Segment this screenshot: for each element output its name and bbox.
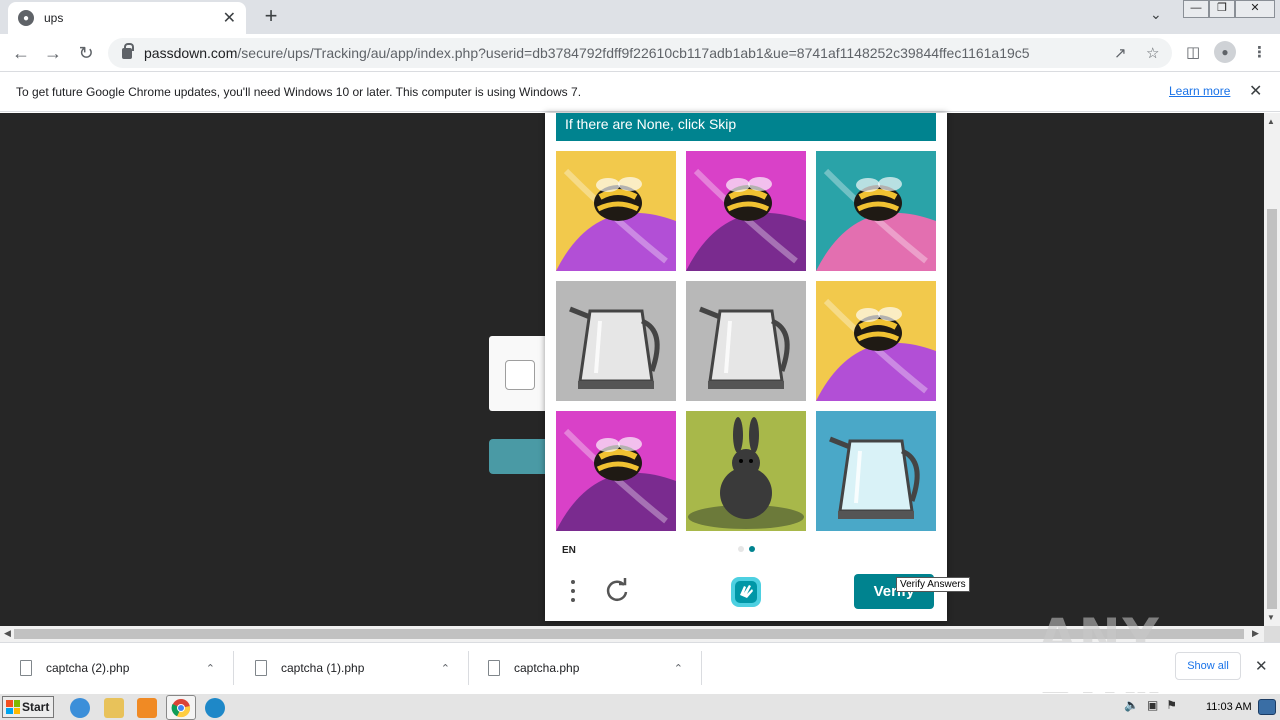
back-arrow-icon[interactable]: ← <box>10 42 32 64</box>
globe-icon: ● <box>18 10 34 26</box>
start-label: Start <box>22 700 50 714</box>
tab-title: ups <box>44 11 64 25</box>
file-explorer-icon[interactable] <box>104 698 124 718</box>
taskbar-clock[interactable]: 11:03 AM <box>1206 701 1252 713</box>
browser-toolbar: ← → ↻ passdown.com/secure/ups/Tracking/a… <box>0 34 1280 72</box>
internet-explorer-icon[interactable] <box>70 698 90 718</box>
restore-window-button[interactable]: ❐ <box>1209 0 1235 18</box>
forward-arrow-icon[interactable]: → <box>42 42 64 64</box>
more-options-button[interactable] <box>565 575 581 607</box>
refresh-icon <box>606 578 628 601</box>
download-filename: captcha (2).php <box>46 661 130 675</box>
download-item[interactable]: captcha (2).php ⌃ <box>0 651 234 685</box>
chevron-up-icon[interactable]: ⌃ <box>441 662 450 675</box>
network-icon[interactable]: ▣ <box>1147 698 1158 712</box>
minimize-window-button[interactable]: — <box>1183 0 1209 18</box>
show-all-downloads-button[interactable]: Show all <box>1175 652 1241 680</box>
show-desktop-icon[interactable] <box>1258 699 1276 715</box>
page-dot <box>738 546 744 552</box>
verify-tooltip: Verify Answers <box>896 577 970 592</box>
file-icon <box>488 660 500 676</box>
page-dot <box>749 546 755 552</box>
close-download-shelf-icon[interactable]: ✕ <box>1255 657 1268 675</box>
page-indicator <box>738 546 755 552</box>
challenge-prompt: If there are None, click Skip <box>556 113 936 141</box>
challenge-tile-bee[interactable] <box>816 151 936 271</box>
challenge-tile-bee[interactable] <box>686 151 806 271</box>
challenge-tile-bee[interactable] <box>556 151 676 271</box>
refresh-challenge-button[interactable] <box>603 577 631 605</box>
challenge-tile-rabbit[interactable] <box>686 411 806 531</box>
bookmark-star-icon[interactable]: ☆ <box>1146 44 1159 62</box>
new-tab-button[interactable]: + <box>258 4 284 30</box>
media-player-icon[interactable] <box>137 698 157 718</box>
challenge-image-grid <box>556 151 936 531</box>
file-icon <box>20 660 32 676</box>
hcaptcha-logo-icon <box>729 575 763 609</box>
profile-avatar-icon[interactable]: ● <box>1214 41 1236 63</box>
update-infobar: To get future Google Chrome updates, you… <box>0 72 1280 112</box>
language-selector[interactable]: EN <box>562 545 576 556</box>
volume-icon[interactable]: 🔈 <box>1124 698 1139 712</box>
chevron-up-icon[interactable]: ⌃ <box>206 662 215 675</box>
challenge-tile-bee[interactable] <box>556 411 676 531</box>
start-button[interactable]: Start <box>2 696 54 718</box>
challenge-tile-kettle[interactable] <box>686 281 806 401</box>
tab-strip: ● ups ✕ + ⌄ — ❐ ✕ <box>0 0 1280 34</box>
challenge-tile-kettle[interactable] <box>556 281 676 401</box>
submit-button[interactable] <box>489 439 549 474</box>
windows-logo-icon <box>6 700 20 714</box>
tab-search-chevron-icon[interactable]: ⌄ <box>1150 6 1162 23</box>
url-text: passdown.com/secure/ups/Tracking/au/app/… <box>144 45 1030 61</box>
download-item[interactable]: captcha (1).php ⌃ <box>235 651 469 685</box>
vertical-scrollbar[interactable]: ▲ ▼ <box>1264 113 1280 626</box>
share-icon[interactable]: ↗ <box>1114 44 1127 62</box>
download-item[interactable]: captcha.php ⌃ <box>468 651 702 685</box>
captcha-checkbox[interactable] <box>505 360 535 390</box>
close-tab-icon[interactable]: ✕ <box>223 8 236 28</box>
scroll-up-arrow-icon[interactable]: ▲ <box>1267 117 1275 126</box>
address-bar[interactable]: passdown.com/secure/ups/Tracking/au/app/… <box>108 38 1172 68</box>
captcha-checkbox-widget <box>489 336 549 411</box>
windows-taskbar: Start 🔈 ▣ ⚑ 11:03 AM <box>0 693 1280 720</box>
download-filename: captcha.php <box>514 661 580 675</box>
download-filename: captcha (1).php <box>281 661 365 675</box>
reload-icon[interactable]: ↻ <box>75 42 97 64</box>
download-shelf: captcha (2).php ⌃ captcha (1).php ⌃ capt… <box>0 642 1280 692</box>
edge-icon[interactable] <box>205 698 225 718</box>
action-center-flag-icon[interactable]: ⚑ <box>1166 698 1177 712</box>
browser-tab[interactable]: ● ups ✕ <box>8 2 246 34</box>
file-icon <box>255 660 267 676</box>
system-tray: 🔈 ▣ ⚑ <box>1124 698 1177 712</box>
challenge-tile-kettle[interactable] <box>816 411 936 531</box>
close-infobar-icon[interactable]: ✕ <box>1249 81 1262 101</box>
close-window-button[interactable]: ✕ <box>1235 0 1275 18</box>
lock-icon <box>122 42 134 59</box>
chrome-menu-icon[interactable]: ⋮ <box>1252 43 1267 61</box>
chrome-taskbar-button[interactable] <box>166 695 196 720</box>
learn-more-link[interactable]: Learn more <box>1169 84 1230 98</box>
side-panel-icon[interactable]: ◫ <box>1186 43 1200 61</box>
captcha-challenge: If there are None, click Skip EN Verify <box>545 113 947 621</box>
challenge-tile-bee[interactable] <box>816 281 936 401</box>
scroll-left-arrow-icon[interactable]: ◀ <box>4 628 11 639</box>
chevron-up-icon[interactable]: ⌃ <box>674 662 683 675</box>
vertical-scroll-thumb[interactable] <box>1267 209 1277 609</box>
chrome-icon <box>171 699 191 718</box>
infobar-message: To get future Google Chrome updates, you… <box>16 84 582 99</box>
